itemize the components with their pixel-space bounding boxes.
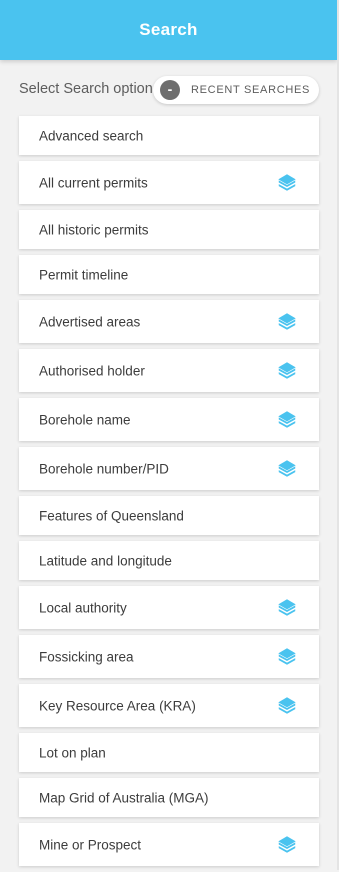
search-option-item[interactable]: Permit timeline <box>19 255 319 294</box>
search-option-item-label: Lot on plan <box>39 745 106 760</box>
search-option-item-label: All current permits <box>39 175 148 190</box>
layers-icon[interactable] <box>276 646 298 668</box>
search-option-item[interactable]: All historic permits <box>19 210 319 249</box>
search-options-list: Advanced search All current permits All hi… <box>19 116 319 872</box>
search-option-item-label: Mine or Prospect <box>39 837 142 852</box>
search-option-row: Select Search option - RECENT SEARCHES <box>19 76 319 104</box>
search-option-item-label: Borehole name <box>39 412 131 427</box>
search-option-item-label: Advertised areas <box>39 314 141 329</box>
search-option-item[interactable]: Lot on plan <box>19 733 319 772</box>
search-option-item[interactable]: Fossicking area <box>19 635 319 678</box>
layers-icon[interactable] <box>276 458 298 480</box>
layers-icon[interactable] <box>276 409 298 431</box>
recent-searches-label: RECENT SEARCHES <box>191 84 311 96</box>
search-option-item-label: Borehole number/PID <box>39 461 169 476</box>
layers-icon[interactable] <box>276 172 298 194</box>
search-option-item[interactable]: Key Resource Area (KRA) <box>19 684 319 727</box>
search-option-item[interactable]: Advertised areas <box>19 300 319 343</box>
search-option-item[interactable]: Borehole name <box>19 398 319 441</box>
collapse-icon[interactable]: - <box>160 80 180 100</box>
layers-icon[interactable] <box>276 597 298 619</box>
search-option-item-label: Fossicking area <box>39 649 134 664</box>
search-option-item-label: Advanced search <box>39 128 144 143</box>
search-option-item-label: Key Resource Area (KRA) <box>39 698 196 713</box>
search-option-item[interactable]: Latitude and longitude <box>19 541 319 580</box>
search-option-item-label: Local authority <box>39 600 127 615</box>
search-option-item[interactable]: Features of Queensland <box>19 496 319 535</box>
layers-icon[interactable] <box>276 695 298 717</box>
search-option-item-label: Permit timeline <box>39 267 129 282</box>
search-option-item[interactable]: Authorised holder <box>19 349 319 392</box>
search-option-item[interactable]: All current permits <box>19 161 319 204</box>
search-option-item[interactable]: Map Grid of Australia (MGA) <box>19 778 319 817</box>
search-option-item-label: All historic permits <box>39 222 149 237</box>
layers-icon[interactable] <box>276 311 298 333</box>
search-option-item-label: Map Grid of Australia (MGA) <box>39 790 209 805</box>
search-option-item[interactable]: Advanced search <box>19 116 319 155</box>
search-option-item[interactable]: Local authority <box>19 586 319 629</box>
search-option-item-label: Latitude and longitude <box>39 553 172 568</box>
layers-icon[interactable] <box>276 360 298 382</box>
search-option-item[interactable]: Borehole number/PID <box>19 447 319 490</box>
search-option-item-label: Features of Queensland <box>39 508 184 523</box>
search-option-label: Select Search option <box>19 81 153 97</box>
page-title: Search <box>139 20 198 39</box>
layers-icon[interactable] <box>276 834 298 856</box>
search-option-item[interactable]: Mine or Prospect <box>19 823 319 866</box>
header-bar: Search <box>0 0 337 60</box>
search-option-item-label: Authorised holder <box>39 363 145 378</box>
recent-searches-button[interactable]: - RECENT SEARCHES <box>153 76 319 104</box>
